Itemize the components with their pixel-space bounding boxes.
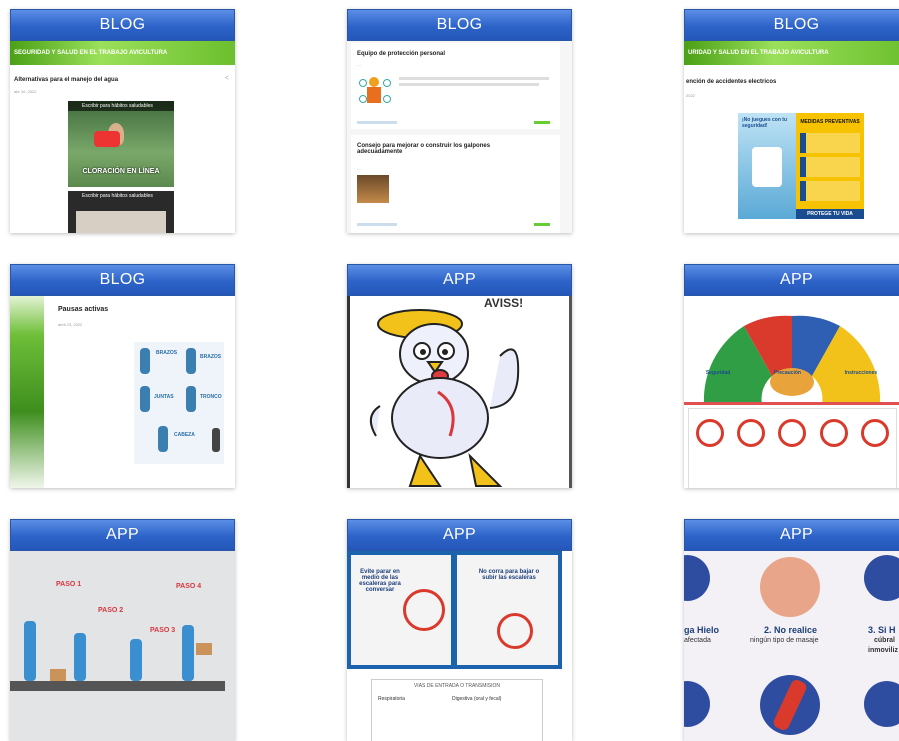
post-date: abr 10, 2022	[14, 89, 37, 94]
worker-figure	[182, 625, 194, 681]
card-header: BLOG	[684, 9, 899, 41]
card-body: Pausas activas abril 23, 2022 BRAZOS BRA…	[10, 296, 235, 488]
prohibition-icon	[695, 419, 724, 447]
step-4-label: PASO 4	[176, 583, 202, 590]
step-3-text: 3. Si H	[868, 625, 896, 635]
poster-question: ¡No juegues con tu seguridad!	[742, 117, 787, 129]
circle-icon	[864, 555, 899, 601]
electric-safety-poster: ¡No juegues con tu seguridad! MEDIDAS PR…	[738, 113, 864, 219]
blog-banner: SEGURIDAD Y SALUD EN EL TRABAJO AVICULTU…	[10, 41, 235, 65]
card-header: APP	[347, 519, 572, 551]
prohibition-icon	[778, 419, 807, 447]
video-scene	[76, 211, 166, 233]
video-title: Escribir para hábitos saludables	[68, 101, 174, 111]
label-instrucciones: Instrucciones	[844, 370, 878, 376]
post-title: ención de accidentes electricos	[686, 79, 777, 85]
post-title: Alternativas para el manejo del agua	[14, 77, 119, 83]
step-3-sub1: cúbral	[874, 637, 896, 644]
step-1-label: PASO 1	[56, 581, 82, 588]
stairs-panel-right: No corra para bajar o subir las escalera…	[457, 555, 558, 665]
card-body: Seguridad Precaución Instrucciones	[684, 296, 899, 488]
card-header: BLOG	[10, 9, 235, 41]
worker-figure	[74, 633, 86, 681]
step-1-sub: afectada	[684, 637, 711, 644]
share-icon[interactable]: <	[225, 75, 229, 82]
card-body: Evite parar en medio de las escaleras pa…	[347, 551, 572, 741]
step-2-label: PASO 2	[98, 607, 124, 614]
play-icon[interactable]	[94, 131, 120, 147]
step-3-label: PASO 3	[150, 627, 176, 634]
leaf-sidebar-image	[10, 296, 44, 488]
blog-banner: URIDAD Y SALUD EN EL TRABAJO AVICULTURA	[684, 41, 899, 65]
circle-icon	[760, 675, 820, 735]
post-thumbnail	[357, 175, 389, 203]
circle-icon	[864, 681, 899, 727]
card-body: SEGURIDAD Y SALUD EN EL TRABAJO AVICULTU…	[10, 41, 235, 233]
post-date: abril 23, 2022	[58, 322, 83, 327]
prohibition-icon	[861, 419, 890, 447]
step-1-text: ga Hielo	[684, 625, 720, 635]
card-body: PASO 1 PASO 2 PASO 3 PASO 4	[10, 551, 235, 741]
poster-heading: MEDIDAS PREVENTIVAS	[800, 119, 860, 125]
step-3-sub2: inmoviliz	[868, 647, 898, 654]
step-2-text: 2. No realice	[764, 625, 818, 635]
card-blog-1[interactable]: BLOG SEGURIDAD Y SALUD EN EL TRABAJO AVI…	[10, 9, 235, 233]
circle-icon	[684, 555, 710, 601]
card-header: APP	[684, 264, 899, 296]
video-thumbnail-2[interactable]: Escribir para hábitos saludables	[68, 191, 174, 233]
card-header: BLOG	[347, 9, 572, 41]
label-precaucion: Precaución	[773, 370, 801, 376]
card-body: AVISS!	[347, 296, 572, 488]
prohibition-signs	[688, 408, 897, 488]
circle-icon	[684, 681, 710, 727]
card-blog-4[interactable]: BLOG Pausas activas abril 23, 2022 BRAZO…	[10, 264, 235, 488]
stairs-panel-left: Evite parar en medio de las escaleras pa…	[351, 555, 451, 665]
chicken-mascot	[369, 309, 520, 487]
circle-icon	[760, 557, 820, 617]
card-app-2[interactable]: APP Seguridad Precaución Instrucciones	[684, 264, 899, 488]
poster-footer: PROTEGE TU VIDA	[796, 209, 864, 219]
post-card-2[interactable]: Consejo para mejorar o construir los gal…	[351, 135, 560, 233]
post-card-1[interactable]: Equipo de protección personal ···	[351, 43, 560, 129]
card-header: APP	[10, 519, 235, 551]
card-app-5[interactable]: APP ga Hielo afectada 2. No realice ning…	[684, 519, 899, 741]
prohibition-icon	[403, 589, 445, 631]
prohibition-icon	[819, 419, 848, 447]
card-blog-3[interactable]: BLOG URIDAD Y SALUD EN EL TRABAJO AVICUL…	[684, 9, 899, 233]
post-title: Consejo para mejorar o construir los gal…	[357, 143, 491, 155]
post-date: ···	[357, 63, 361, 68]
transmission-routes: VIAS DE ENTRADA O TRANSMISION Respirator…	[371, 679, 543, 741]
card-app-1[interactable]: APP AVISS!	[347, 264, 572, 488]
video-title-2: Escribir para hábitos saludables	[82, 193, 153, 199]
card-header: BLOG	[10, 264, 235, 296]
video-caption: CLORACIÓN EN LÍNEA	[82, 168, 160, 175]
prohibition-icon	[497, 613, 533, 649]
card-header: APP	[347, 264, 572, 296]
card-body: Equipo de protección personal ··· Consej…	[347, 41, 572, 233]
card-app-3[interactable]: APP PASO 1 PASO 2 PASO 3 PASO 4	[10, 519, 235, 741]
ppe-illustration	[359, 73, 391, 107]
card-app-4[interactable]: APP Evite parar en medio de las escalera…	[347, 519, 572, 741]
active-breaks-poster: BRAZOS BRAZOS JUNTAS TRONCO CABEZA	[134, 342, 224, 464]
step-2-sub: ningún tipo de masaje	[750, 637, 819, 644]
worker-figure	[130, 639, 142, 681]
video-thumbnail[interactable]: Escribir para hábitos saludables CLORACI…	[68, 101, 174, 187]
prohibition-icon	[737, 419, 766, 447]
label-seguridad: Seguridad	[705, 370, 731, 376]
post-date: ···	[357, 167, 361, 172]
card-blog-2[interactable]: BLOG Equipo de protección personal ··· C…	[347, 9, 572, 233]
card-header: APP	[684, 519, 899, 551]
safety-signs-arc	[703, 315, 881, 404]
post-title: Equipo de protección personal	[357, 51, 446, 57]
card-body: ga Hielo afectada 2. No realice ningún t…	[684, 551, 899, 741]
worker-figure	[24, 621, 36, 681]
post-date: 2022	[686, 93, 695, 98]
post-title: Pausas activas	[58, 306, 109, 313]
card-body: URIDAD Y SALUD EN EL TRABAJO AVICULTURA …	[684, 41, 899, 233]
